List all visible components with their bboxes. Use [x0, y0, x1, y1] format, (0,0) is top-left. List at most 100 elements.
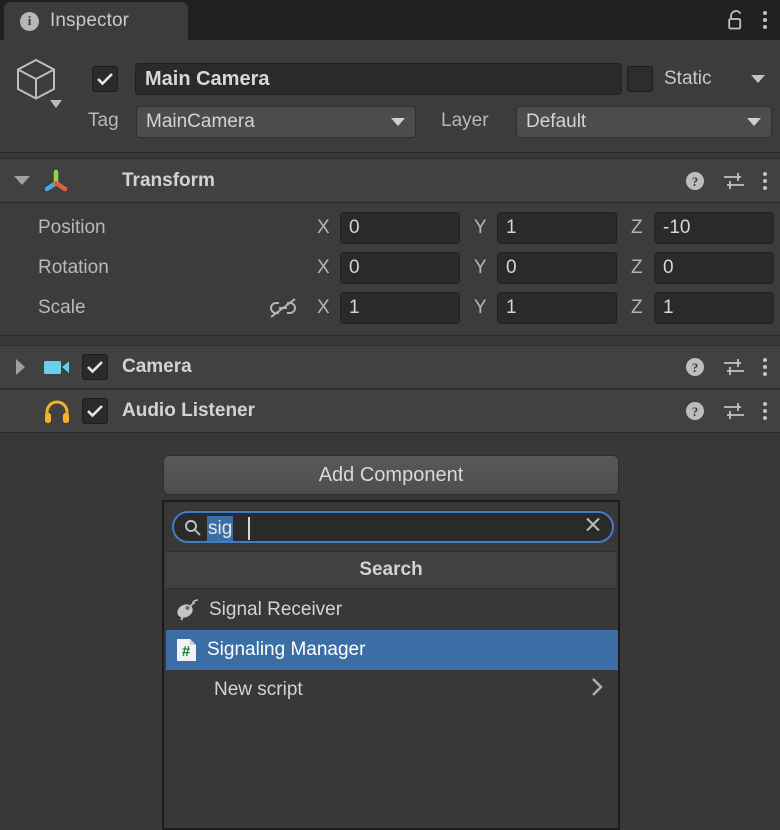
axis-y-label: Y: [474, 297, 487, 318]
tag-label: Tag: [88, 110, 119, 131]
csharp-script-icon: #: [176, 638, 198, 662]
svg-text:#: #: [182, 643, 191, 660]
layer-dropdown[interactable]: Default: [516, 106, 772, 138]
static-dropdown-chevron-down-icon[interactable]: [751, 75, 765, 83]
audio-listener-enabled-checkbox[interactable]: [82, 398, 108, 424]
property-row-rotation: Rotation X 0 Y 0 Z 0: [0, 248, 780, 288]
gameobject-name-value: Main Camera: [145, 67, 270, 90]
result-item-new-script[interactable]: New script: [166, 670, 618, 710]
preset-sliders-icon[interactable]: [723, 171, 745, 191]
search-input[interactable]: sig: [172, 511, 614, 543]
axis-z-label: Z: [631, 297, 643, 318]
transform-foldout-icon[interactable]: [14, 176, 30, 185]
component-header-audio-listener[interactable]: Audio Listener ?: [0, 389, 780, 433]
object-name-row: Main Camera Static: [0, 56, 780, 102]
position-label: Position: [38, 217, 106, 238]
search-icon: [184, 519, 202, 541]
result-label: New script: [214, 679, 303, 700]
tag-layer-row: Tag MainCamera Layer Default: [0, 104, 780, 148]
clear-x-icon[interactable]: [584, 516, 602, 539]
help-icon[interactable]: ?: [685, 171, 705, 191]
add-component-label: Add Component: [318, 463, 464, 486]
add-component-panel: sig Search Signal Receiver # Signaling M…: [162, 500, 620, 830]
headphones-icon: [44, 400, 70, 429]
chevron-down-icon: [747, 118, 761, 126]
axis-y-label: Y: [474, 257, 487, 278]
component-tools-transform: ?: [685, 159, 767, 202]
add-component-button[interactable]: Add Component: [163, 455, 619, 495]
kebab-menu-icon[interactable]: [763, 402, 767, 420]
rotation-label: Rotation: [38, 257, 109, 278]
object-header: Main Camera Static Tag MainCamera Layer …: [0, 40, 780, 153]
preset-sliders-icon[interactable]: [723, 357, 745, 377]
scale-z-value: 1: [663, 297, 674, 318]
scale-x-value: 1: [349, 297, 360, 318]
scale-z-field[interactable]: 1: [654, 292, 774, 324]
rotation-x-field[interactable]: 0: [340, 252, 460, 284]
axis-x-label: X: [317, 297, 330, 318]
tab-bar: i Inspector: [0, 0, 780, 40]
axis-y-label: Y: [474, 217, 487, 238]
broken-link-icon[interactable]: [268, 297, 298, 324]
chevron-right-icon: [590, 676, 604, 704]
svg-text:?: ?: [692, 174, 699, 189]
axis-z-label: Z: [631, 217, 643, 238]
result-label: Signaling Manager: [207, 639, 366, 660]
kebab-menu-icon[interactable]: [763, 11, 767, 29]
component-header-camera[interactable]: Camera ?: [0, 345, 780, 389]
help-icon[interactable]: ?: [685, 401, 705, 421]
rotation-x-value: 0: [349, 257, 360, 278]
chevron-down-icon: [391, 118, 405, 126]
result-item-signaling-manager[interactable]: # Signaling Manager: [166, 630, 618, 670]
kebab-menu-icon[interactable]: [763, 358, 767, 376]
transform-axis-icon: [42, 169, 70, 200]
position-x-field[interactable]: 0: [340, 212, 460, 244]
static-checkbox[interactable]: [627, 66, 653, 92]
camera-enabled-checkbox[interactable]: [82, 354, 108, 380]
rotation-z-field[interactable]: 0: [654, 252, 774, 284]
scale-y-field[interactable]: 1: [497, 292, 617, 324]
tab-bar-actions: [727, 0, 780, 40]
position-y-value: 1: [506, 217, 517, 238]
lock-open-icon[interactable]: [727, 9, 745, 31]
layer-value: Default: [526, 111, 587, 132]
scale-x-field[interactable]: 1: [340, 292, 460, 324]
position-z-value: -10: [663, 217, 691, 238]
transform-body: Position X 0 Y 1 Z -10 Rotation X 0 Y 0: [0, 204, 780, 336]
component-tools-camera: ?: [685, 346, 767, 388]
component-tools-audio-listener: ?: [685, 390, 767, 432]
gameobject-name-field[interactable]: Main Camera: [135, 63, 622, 95]
axis-x-label: X: [317, 257, 330, 278]
tag-dropdown[interactable]: MainCamera: [136, 106, 416, 138]
camera-foldout-icon[interactable]: [16, 359, 25, 375]
component-title-audio-listener: Audio Listener: [122, 400, 256, 421]
rotation-y-field[interactable]: 0: [497, 252, 617, 284]
scale-y-value: 1: [506, 297, 517, 318]
text-caret: [248, 517, 250, 540]
position-z-field[interactable]: -10: [654, 212, 774, 244]
inspector-window: i Inspector Main Camera Static Tag MainC…: [0, 0, 780, 830]
search-section-header: Search: [166, 551, 616, 589]
result-label: Signal Receiver: [209, 599, 343, 620]
result-item-signal-receiver[interactable]: Signal Receiver: [166, 590, 618, 630]
svg-text:?: ?: [692, 404, 699, 419]
tab-label: Inspector: [50, 10, 130, 31]
tag-value: MainCamera: [146, 111, 255, 132]
position-x-value: 0: [349, 217, 360, 238]
search-section-label: Search: [359, 559, 423, 580]
satellite-dish-icon: [176, 599, 200, 621]
search-input-value: sig: [207, 516, 234, 541]
component-title-camera: Camera: [122, 356, 192, 377]
info-icon: i: [20, 11, 39, 31]
position-y-field[interactable]: 1: [497, 212, 617, 244]
tab-inspector[interactable]: i Inspector: [4, 2, 188, 40]
help-icon[interactable]: ?: [685, 357, 705, 377]
scale-label: Scale: [38, 297, 86, 318]
gameobject-enabled-checkbox[interactable]: [92, 66, 118, 92]
kebab-menu-icon[interactable]: [763, 171, 767, 190]
search-field-wrapper: sig: [172, 511, 614, 543]
axis-x-label: X: [317, 217, 330, 238]
preset-sliders-icon[interactable]: [723, 401, 745, 421]
component-header-transform[interactable]: Transform ?: [0, 158, 780, 203]
component-title-transform: Transform: [122, 169, 215, 191]
